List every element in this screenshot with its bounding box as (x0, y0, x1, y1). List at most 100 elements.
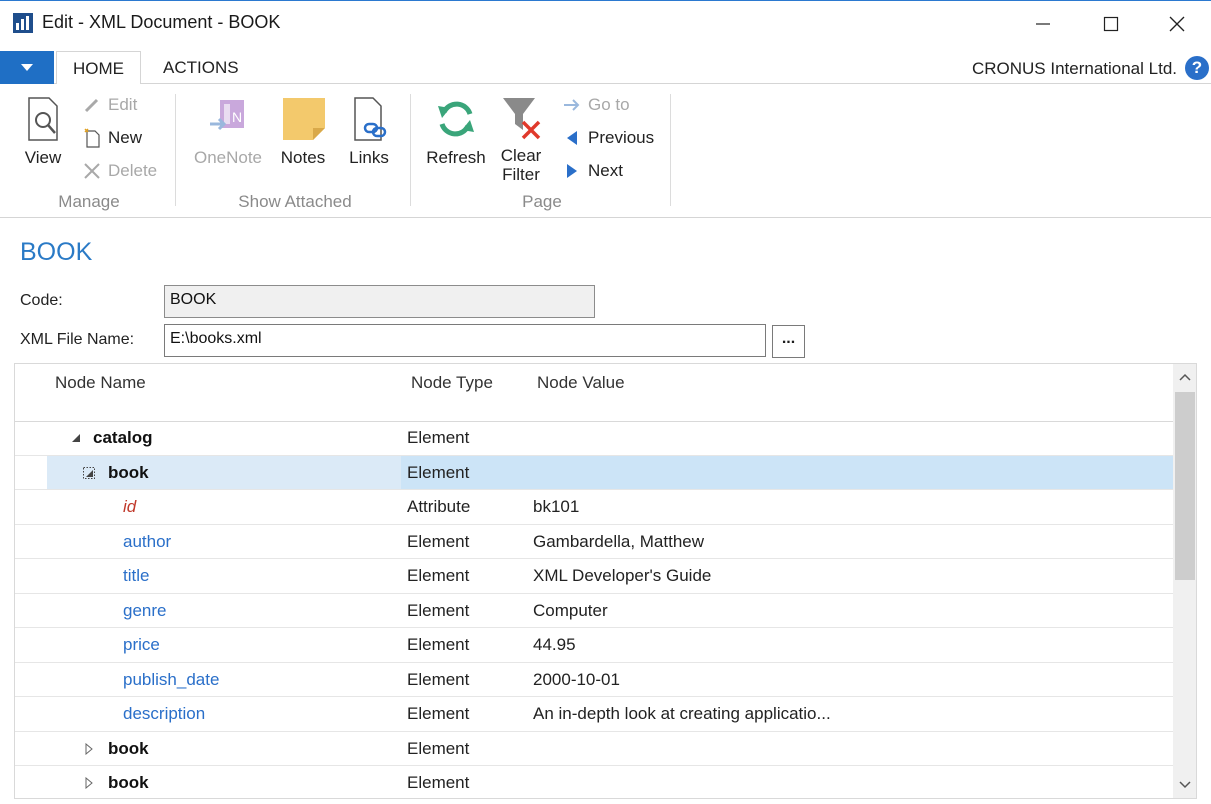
refresh-button[interactable]: Refresh (424, 94, 488, 168)
xml-file-name-label: XML File Name: (20, 331, 135, 348)
triangle-left-icon (562, 128, 582, 148)
application-menu-button[interactable] (0, 51, 54, 84)
window-title: Edit - XML Document - BOOK (42, 12, 281, 32)
tree-collapsed-icon[interactable] (83, 777, 95, 789)
links-label: Links (349, 148, 389, 167)
group-label-page: Page (522, 192, 562, 211)
links-button[interactable]: Links (344, 94, 394, 168)
node-name-cell: id (123, 497, 137, 516)
column-header-node-type[interactable]: Node Type (411, 373, 493, 393)
node-value-cell: bk101 (533, 497, 580, 516)
table-row[interactable]: book Element (15, 455, 1173, 490)
help-icon[interactable]: ? (1185, 56, 1209, 80)
goto-button[interactable]: Go to (562, 93, 630, 117)
node-type-cell: Element (407, 635, 470, 654)
node-name-cell: title (123, 566, 150, 585)
node-type-cell: Element (407, 669, 470, 689)
next-label: Next (588, 161, 623, 180)
view-icon (28, 97, 58, 141)
node-type-cell: Element (407, 462, 470, 482)
column-header-node-value[interactable]: Node Value (537, 373, 625, 393)
node-value-cell: 44.95 (533, 635, 576, 654)
maximize-button[interactable] (1077, 1, 1145, 47)
node-type-cell: Element (407, 704, 470, 723)
xml-node-grid: Node Name Node Type Node Value catalog El… (14, 363, 1197, 799)
close-button[interactable] (1143, 1, 1211, 47)
scroll-down-button[interactable] (1173, 772, 1196, 798)
grid-header: Node Name Node Type Node Value (15, 364, 1173, 422)
tab-actions[interactable]: ACTIONS (147, 51, 255, 85)
triangle-right-icon (562, 161, 582, 181)
node-name-cell: genre (123, 600, 167, 620)
clear-filter-label-line1: Clear (500, 146, 542, 165)
assist-edit-button[interactable]: ... (772, 325, 805, 358)
node-value-cell: Computer (533, 600, 608, 620)
refresh-icon (438, 101, 474, 137)
goto-label: Go to (588, 95, 630, 114)
vertical-scrollbar[interactable] (1173, 364, 1196, 798)
table-row[interactable]: title Element XML Developer's Guide (15, 559, 1173, 594)
edit-button[interactable]: Edit (82, 93, 137, 117)
column-header-node-name[interactable]: Node Name (55, 373, 146, 393)
node-value-cell: XML Developer's Guide (533, 566, 712, 585)
view-button[interactable]: View (16, 94, 70, 168)
ribbon-separator (670, 94, 671, 206)
scrollbar-thumb[interactable] (1175, 392, 1195, 580)
table-row[interactable]: book Element (15, 766, 1173, 798)
node-name-cell: book (108, 738, 149, 758)
notes-button[interactable]: Notes (276, 94, 330, 168)
code-field[interactable]: BOOK (164, 285, 595, 318)
onenote-icon: N (210, 100, 244, 131)
tree-selected-expanded-icon[interactable] (83, 466, 95, 479)
node-type-cell: Element (407, 566, 470, 585)
edit-label: Edit (108, 95, 138, 114)
close-icon (1169, 16, 1185, 32)
table-row[interactable]: author Element Gambardella, Matthew (15, 525, 1173, 559)
company-name: CRONUS International Ltd. (971, 59, 1177, 78)
table-row[interactable]: price Element 44.95 (15, 628, 1173, 663)
svg-text:N: N (232, 109, 242, 125)
chevron-up-icon (1179, 373, 1191, 381)
group-label-show-attached: Show Attached (238, 192, 352, 211)
table-row[interactable]: id Attribute bk101 (15, 490, 1173, 525)
node-name-cell: publish_date (123, 669, 220, 689)
onenote-button[interactable]: N OneNote (188, 94, 268, 168)
new-document-icon (82, 128, 102, 148)
notes-label: Notes (280, 148, 326, 167)
node-name-cell: book (108, 462, 149, 482)
ribbon-separator (175, 94, 176, 206)
scroll-up-button[interactable] (1173, 364, 1196, 390)
code-label: Code: (20, 292, 63, 309)
next-button[interactable]: Next (562, 159, 623, 183)
new-button[interactable]: New (82, 126, 142, 150)
node-value-cell: 2000-10-01 (533, 669, 620, 689)
node-name-cell: book (108, 773, 149, 792)
table-row[interactable]: genre Element Computer (15, 594, 1173, 628)
delete-button[interactable]: Delete (82, 159, 157, 183)
tree-expanded-icon[interactable] (70, 432, 82, 444)
new-label: New (108, 128, 143, 147)
node-type-cell: Element (407, 531, 470, 551)
refresh-label: Refresh (426, 148, 486, 167)
links-icon (354, 97, 387, 141)
clear-filter-icon (503, 98, 541, 140)
previous-button[interactable]: Previous (562, 126, 654, 150)
notes-icon (283, 98, 325, 140)
page-title: BOOK (20, 238, 93, 266)
table-row[interactable]: publish_date Element 2000-10-01 (15, 663, 1173, 697)
node-value-cell: An in-depth look at creating applicatio.… (533, 704, 831, 723)
ribbon-tab-row: HOME ACTIONS CRONUS International Ltd. ? (0, 46, 1211, 85)
node-type-cell: Element (407, 428, 470, 447)
chevron-down-icon (1179, 781, 1191, 789)
table-row[interactable]: book Element (15, 732, 1173, 766)
table-row[interactable]: catalog Element (15, 421, 1173, 456)
table-row[interactable]: description Element An in-depth look at cr… (15, 697, 1173, 732)
clear-filter-button[interactable]: Clear Filter (494, 94, 548, 184)
node-type-cell: Element (407, 773, 470, 792)
tree-collapsed-icon[interactable] (83, 742, 95, 755)
tab-home[interactable]: HOME (56, 51, 141, 85)
xml-file-name-field[interactable]: E:\books.xml (164, 324, 766, 357)
minimize-icon (1036, 23, 1050, 25)
minimize-button[interactable] (1009, 1, 1077, 47)
ribbon-separator (410, 94, 411, 206)
